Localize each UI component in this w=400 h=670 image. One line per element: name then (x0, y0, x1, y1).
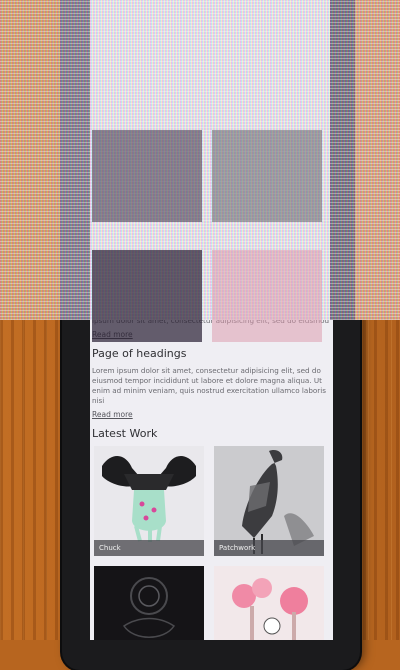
portfolio-tile-chuck[interactable]: Chuck (94, 446, 204, 556)
page-content: ipsum dolor sit amet, consectetur adipis… (92, 316, 330, 640)
dark-floral-illustration-icon (94, 566, 204, 640)
image-noise-overlay (0, 0, 400, 342)
tile-caption: Chuck (94, 540, 204, 556)
portfolio-grid: Chuck Patchwork (92, 446, 332, 640)
noise-tile-4 (212, 250, 322, 342)
noise-tile-2 (212, 130, 322, 222)
noise-tile-1 (92, 130, 202, 222)
portfolio-tile-patchwork[interactable]: Patchwork (214, 446, 324, 556)
pink-trees-illustration-icon (214, 566, 324, 640)
portfolio-tile-4[interactable] (214, 566, 324, 640)
latest-work-heading: Latest Work (92, 427, 158, 440)
section-paragraph: Lorem ipsum dolor sit amet, consectetur … (92, 366, 326, 405)
portfolio-tile-3[interactable] (94, 566, 204, 640)
read-more-link-2[interactable]: Read more (92, 410, 330, 419)
noise-tile-3 (92, 250, 202, 342)
section-heading: Page of headings (92, 347, 187, 360)
tile-caption: Patchwork (214, 540, 324, 556)
